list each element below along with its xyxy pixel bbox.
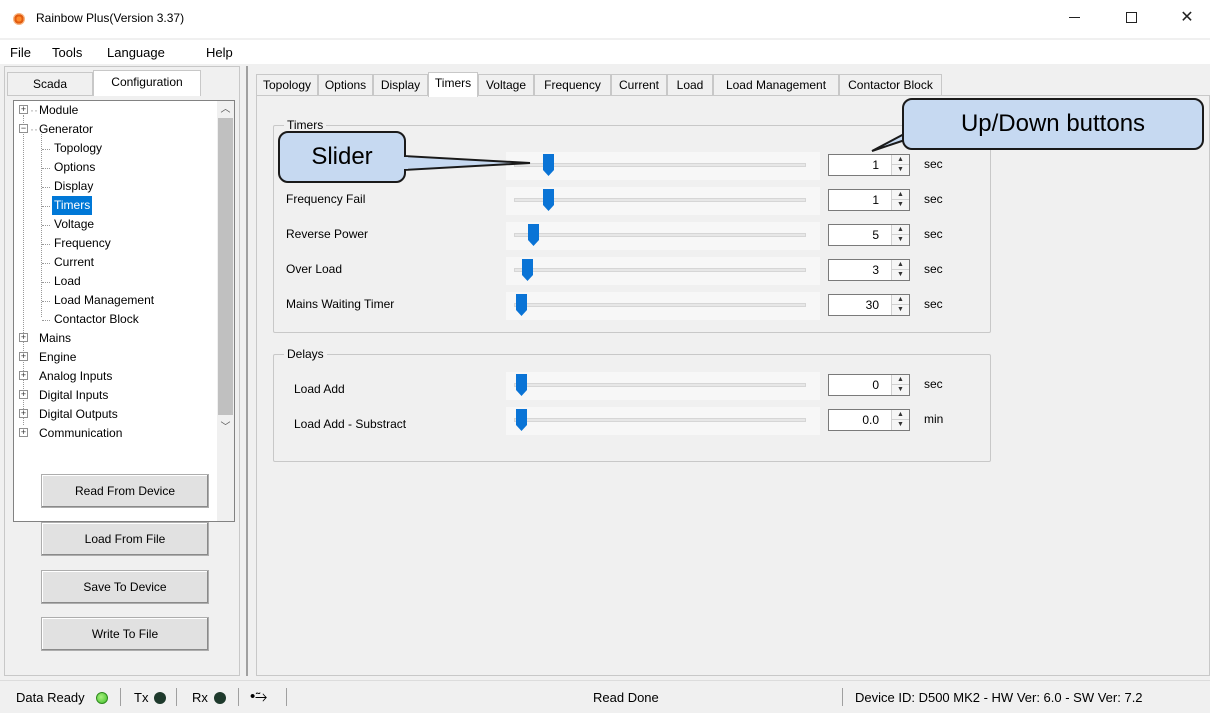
slider-callout: Slider xyxy=(278,131,406,183)
updown-callout: Up/Down buttons xyxy=(902,98,1204,150)
